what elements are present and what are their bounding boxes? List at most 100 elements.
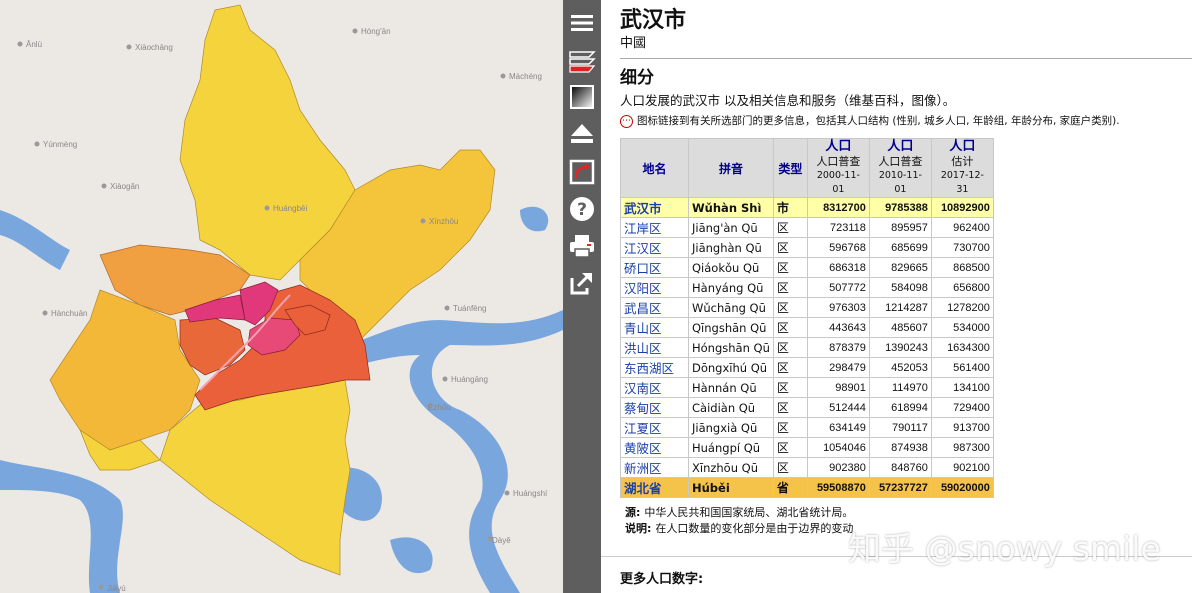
row-pop-2017: 913700 — [930, 417, 994, 438]
row-pop-2000: 878379 — [806, 337, 870, 358]
row-pinyin: Jiāng'àn Qū — [688, 217, 774, 238]
row-name[interactable]: 硚口区 — [620, 257, 689, 278]
row-pop-2010: 485607 — [868, 317, 932, 338]
row-pinyin: Hànnán Qū — [688, 377, 774, 398]
place-ezhou: Èzhōu — [428, 403, 451, 412]
row-name[interactable]: 汉阳区 — [620, 277, 689, 298]
population-table: 地名 拼音 类型 人口 人口普查 2000-11-01 人口 人口普查 2010… — [620, 138, 994, 498]
row-pop-2010: 874938 — [868, 437, 932, 458]
place-hongan: Hóng'ān — [361, 27, 391, 36]
eject-button[interactable] — [566, 118, 598, 150]
row-pinyin: Wǔchāng Qū — [688, 297, 774, 318]
place-hanchuan: Hànchuān — [51, 309, 87, 318]
row-name[interactable]: 汉南区 — [620, 377, 689, 398]
row-name[interactable]: 江汉区 — [620, 237, 689, 258]
row-pop-2000: 634149 — [806, 417, 870, 438]
place-macheng: Máchéng — [509, 72, 542, 81]
row-name[interactable]: 青山区 — [620, 317, 689, 338]
place-jiayu: Jiāyú — [107, 584, 126, 593]
map-toolbar: ? — [563, 0, 601, 593]
row-pop-2017: 534000 — [930, 317, 994, 338]
row-pop-2017: 868500 — [930, 257, 994, 278]
row-name[interactable]: 江夏区 — [620, 417, 689, 438]
place-huangbei: Huángbēi — [273, 204, 307, 213]
water-river-south — [0, 460, 123, 593]
col-pop-2010[interactable]: 人口 人口普查 2010-11-01 — [868, 138, 932, 198]
table-row-province: 湖北省 Húběi 省 59508870 57237727 59020000 — [620, 477, 994, 498]
layers-button[interactable] — [566, 44, 598, 76]
row-pop-2000: 98901 — [806, 377, 870, 398]
col-name[interactable]: 地名 — [620, 138, 689, 198]
print-icon — [570, 235, 594, 258]
row-pop-2017: 134100 — [930, 377, 994, 398]
row-name[interactable]: 新洲区 — [620, 457, 689, 478]
rotate-button[interactable] — [566, 156, 598, 188]
row-pop-2010: 1390243 — [868, 337, 932, 358]
table-row: 汉阳区 Hànyáng Qū 区 507772 584098 656800 — [620, 277, 994, 298]
row-name[interactable]: 蔡甸区 — [620, 397, 689, 418]
row-pinyin: Húběi — [688, 477, 774, 498]
row-name[interactable]: 东西湖区 — [620, 357, 689, 378]
row-pop-2017: 729400 — [930, 397, 994, 418]
gradient-button[interactable] — [566, 81, 598, 113]
row-pop-2010: 9785388 — [868, 197, 932, 218]
row-type: 区 — [772, 397, 808, 418]
col-pop-2010-label: 人口 — [887, 139, 914, 154]
row-type: 省 — [772, 477, 808, 498]
table-row: 江夏区 Jiāngxià Qū 区 634149 790117 913700 — [620, 417, 994, 438]
row-pop-2000: 723118 — [806, 217, 870, 238]
col-pop-2000[interactable]: 人口 人口普查 2000-11-01 — [806, 138, 870, 198]
place-anlu: Ānlù — [26, 40, 42, 49]
row-name[interactable]: 黄陂区 — [620, 437, 689, 458]
row-pop-2000: 596768 — [806, 237, 870, 258]
col-pinyin[interactable]: 拼音 — [688, 138, 774, 198]
page-title: 武汉市 — [620, 8, 687, 33]
row-type: 区 — [772, 257, 808, 278]
info-panel: 武汉市 中國 细分 人口发展的武汉市 以及相关信息和服务（维基百科，图像）。 ⋯… — [601, 0, 1192, 593]
row-pop-2000: 1054046 — [806, 437, 870, 458]
row-name[interactable]: 洪山区 — [620, 337, 689, 358]
row-pop-2017: 730700 — [930, 237, 994, 258]
row-type: 区 — [772, 417, 808, 438]
table-row: 黄陂区 Huángpí Qū 区 1054046 874938 987300 — [620, 437, 994, 458]
row-pop-2017: 59020000 — [930, 477, 994, 498]
eject-icon — [571, 124, 593, 143]
row-type: 区 — [772, 437, 808, 458]
section-description[interactable]: 人口发展的武汉市 以及相关信息和服务（维基百科，图像）。 — [620, 93, 1192, 109]
map-view[interactable]: Ānlù Xiàochāng Hóng'ān Máchéng Yúnmèng X… — [0, 0, 563, 593]
note-text: 在人口数量的变化部分是由于边界的变动 — [655, 522, 854, 535]
row-name[interactable]: 武汉市 — [620, 197, 689, 218]
table-row: 江汉区 Jiānghàn Qū 区 596768 685699 730700 — [620, 237, 994, 258]
map-canvas[interactable]: Ānlù Xiàochāng Hóng'ān Máchéng Yúnmèng X… — [0, 0, 563, 593]
row-name[interactable]: 湖北省 — [620, 477, 689, 498]
row-pinyin: Hóngshān Qū — [688, 337, 774, 358]
link-circle-icon: ⋯ — [620, 114, 633, 128]
row-pop-2010: 452053 — [868, 357, 932, 378]
print-button[interactable] — [566, 230, 598, 262]
row-type: 区 — [772, 457, 808, 478]
row-type: 区 — [772, 357, 808, 378]
help-button[interactable]: ? — [566, 193, 598, 225]
row-pop-2000: 976303 — [806, 297, 870, 318]
col-pop-2017-kind: 估计 — [951, 155, 974, 168]
row-type: 区 — [772, 297, 808, 318]
row-pop-2017: 10892900 — [930, 197, 994, 218]
col-type[interactable]: 类型 — [772, 138, 808, 198]
row-pop-2000: 902380 — [806, 457, 870, 478]
row-pop-2017: 1278200 — [930, 297, 994, 318]
menu-button[interactable] — [566, 7, 598, 39]
place-huanggang: Huángāng — [451, 375, 488, 384]
export-icon — [570, 273, 592, 295]
gradient-icon — [570, 85, 594, 109]
section-title: 细分 — [620, 68, 654, 88]
table-row: 江岸区 Jiāng'àn Qū 区 723118 895957 962400 — [620, 217, 994, 238]
col-pop-2017[interactable]: 人口 估计 2017-12-31 — [930, 138, 994, 198]
table-body: 武汉市 Wǔhàn Shì 市 8312700 9785388 10892900… — [620, 197, 994, 478]
table-row: 硚口区 Qiáokǒu Qū 区 686318 829665 868500 — [620, 257, 994, 278]
row-name[interactable]: 武昌区 — [620, 297, 689, 318]
row-type: 区 — [772, 237, 808, 258]
row-pop-2010: 618994 — [868, 397, 932, 418]
place-xiaogan: Xiàogǎn — [110, 182, 139, 191]
row-name[interactable]: 江岸区 — [620, 217, 689, 238]
export-button[interactable] — [566, 267, 598, 299]
